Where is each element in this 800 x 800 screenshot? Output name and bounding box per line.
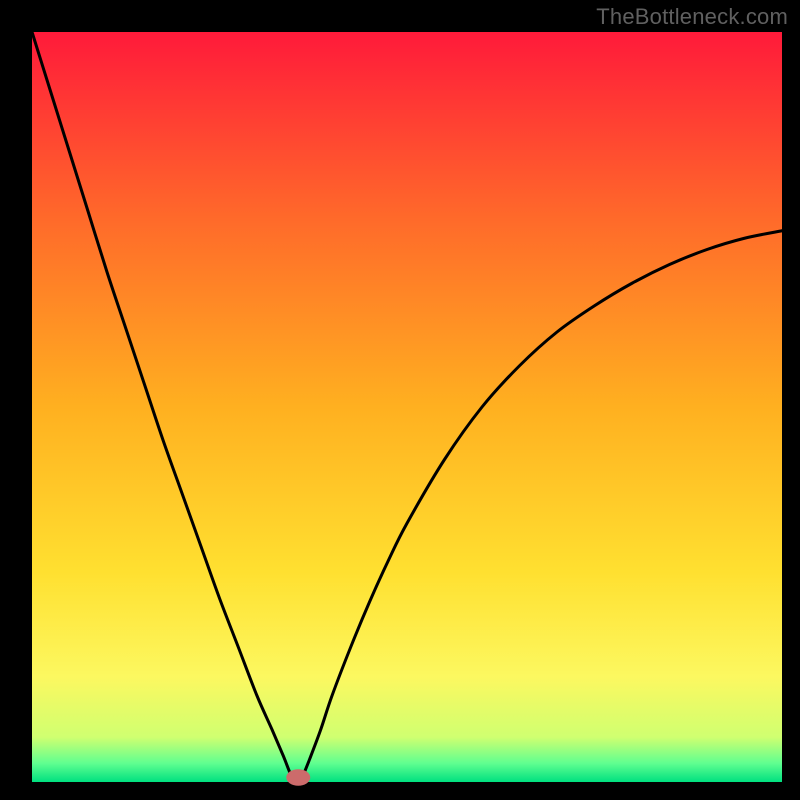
gradient-background [32, 32, 782, 782]
chart-card: TheBottleneck.com [0, 0, 800, 800]
optimum-marker [286, 769, 310, 786]
bottleneck-chart [0, 0, 800, 800]
watermark-text: TheBottleneck.com [596, 4, 788, 30]
